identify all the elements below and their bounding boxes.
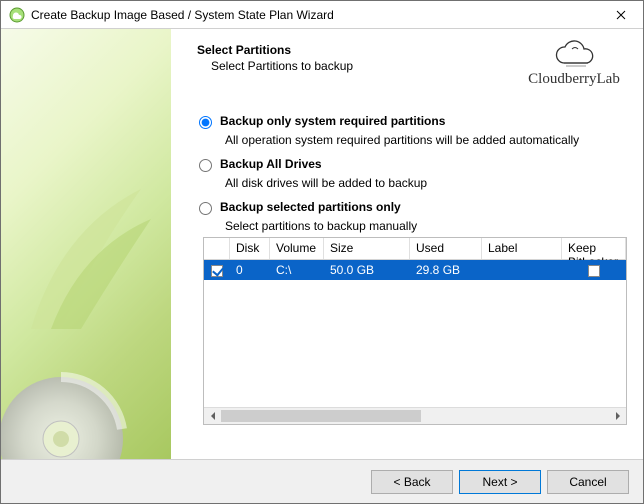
option-desc: Select partitions to backup manually [225, 219, 629, 233]
cell-used: 29.8 GB [410, 263, 482, 277]
horizontal-scrollbar[interactable] [204, 407, 626, 424]
brand-name: CloudberryLab [519, 71, 629, 88]
row-keep-bitlocker-checkbox[interactable] [588, 265, 600, 277]
option-desc: All operation system required partitions… [225, 133, 629, 147]
col-keep-bitlocker[interactable]: Keep BitLocker [562, 238, 626, 259]
scroll-thumb[interactable] [221, 410, 421, 422]
dialog-body: Select Partitions Select Partitions to b… [1, 29, 643, 459]
grid-body[interactable]: 0 C:\ 50.0 GB 29.8 GB [204, 260, 626, 407]
option-desc: All disk drives will be added to backup [225, 176, 629, 190]
scroll-left-arrow-icon[interactable] [204, 408, 221, 425]
page-header: Select Partitions Select Partitions to b… [185, 39, 629, 88]
row-checkbox[interactable] [211, 265, 223, 277]
next-button[interactable]: Next > [459, 470, 541, 494]
cell-volume: C:\ [270, 263, 324, 277]
cell-size: 50.0 GB [324, 263, 410, 277]
col-label[interactable]: Label [482, 238, 562, 259]
option-selected-partitions[interactable]: Backup selected partitions only [199, 200, 629, 215]
close-button[interactable] [599, 1, 643, 29]
scroll-track[interactable] [221, 408, 609, 425]
back-button[interactable]: < Back [371, 470, 453, 494]
page-subtitle: Select Partitions to backup [211, 59, 519, 73]
partition-options: Backup only system required partitions A… [185, 114, 629, 425]
disc-decoration-icon [1, 359, 141, 459]
leaf-decoration-icon [21, 179, 161, 339]
page-title: Select Partitions [197, 43, 519, 57]
content-pane: Select Partitions Select Partitions to b… [171, 29, 643, 459]
titlebar: Create Backup Image Based / System State… [1, 1, 643, 29]
col-size[interactable]: Size [324, 238, 410, 259]
window-title: Create Backup Image Based / System State… [31, 8, 599, 22]
col-disk[interactable]: Disk [230, 238, 270, 259]
wizard-sidebar [1, 29, 171, 459]
option-label: Backup only system required partitions [220, 114, 445, 128]
footer: < Back Next > Cancel [1, 459, 643, 503]
col-volume[interactable]: Volume [270, 238, 324, 259]
cell-disk: 0 [230, 263, 270, 277]
option-label: Backup All Drives [220, 157, 322, 171]
brand-block: CloudberryLab [519, 39, 629, 88]
cloud-logo-icon [550, 39, 598, 69]
option-system-required[interactable]: Backup only system required partitions [199, 114, 629, 129]
col-used[interactable]: Used [410, 238, 482, 259]
wizard-window: Create Backup Image Based / System State… [0, 0, 644, 504]
radio-selected-partitions[interactable] [199, 202, 212, 215]
partition-grid: Disk Volume Size Used Label Keep BitLock… [203, 237, 627, 425]
option-all-drives[interactable]: Backup All Drives [199, 157, 629, 172]
grid-header: Disk Volume Size Used Label Keep BitLock… [204, 238, 626, 260]
app-icon [9, 7, 25, 23]
radio-system-required[interactable] [199, 116, 212, 129]
scroll-right-arrow-icon[interactable] [609, 408, 626, 425]
option-label: Backup selected partitions only [220, 200, 401, 214]
grid-row[interactable]: 0 C:\ 50.0 GB 29.8 GB [204, 260, 626, 280]
col-check[interactable] [204, 238, 230, 259]
radio-all-drives[interactable] [199, 159, 212, 172]
cancel-button[interactable]: Cancel [547, 470, 629, 494]
